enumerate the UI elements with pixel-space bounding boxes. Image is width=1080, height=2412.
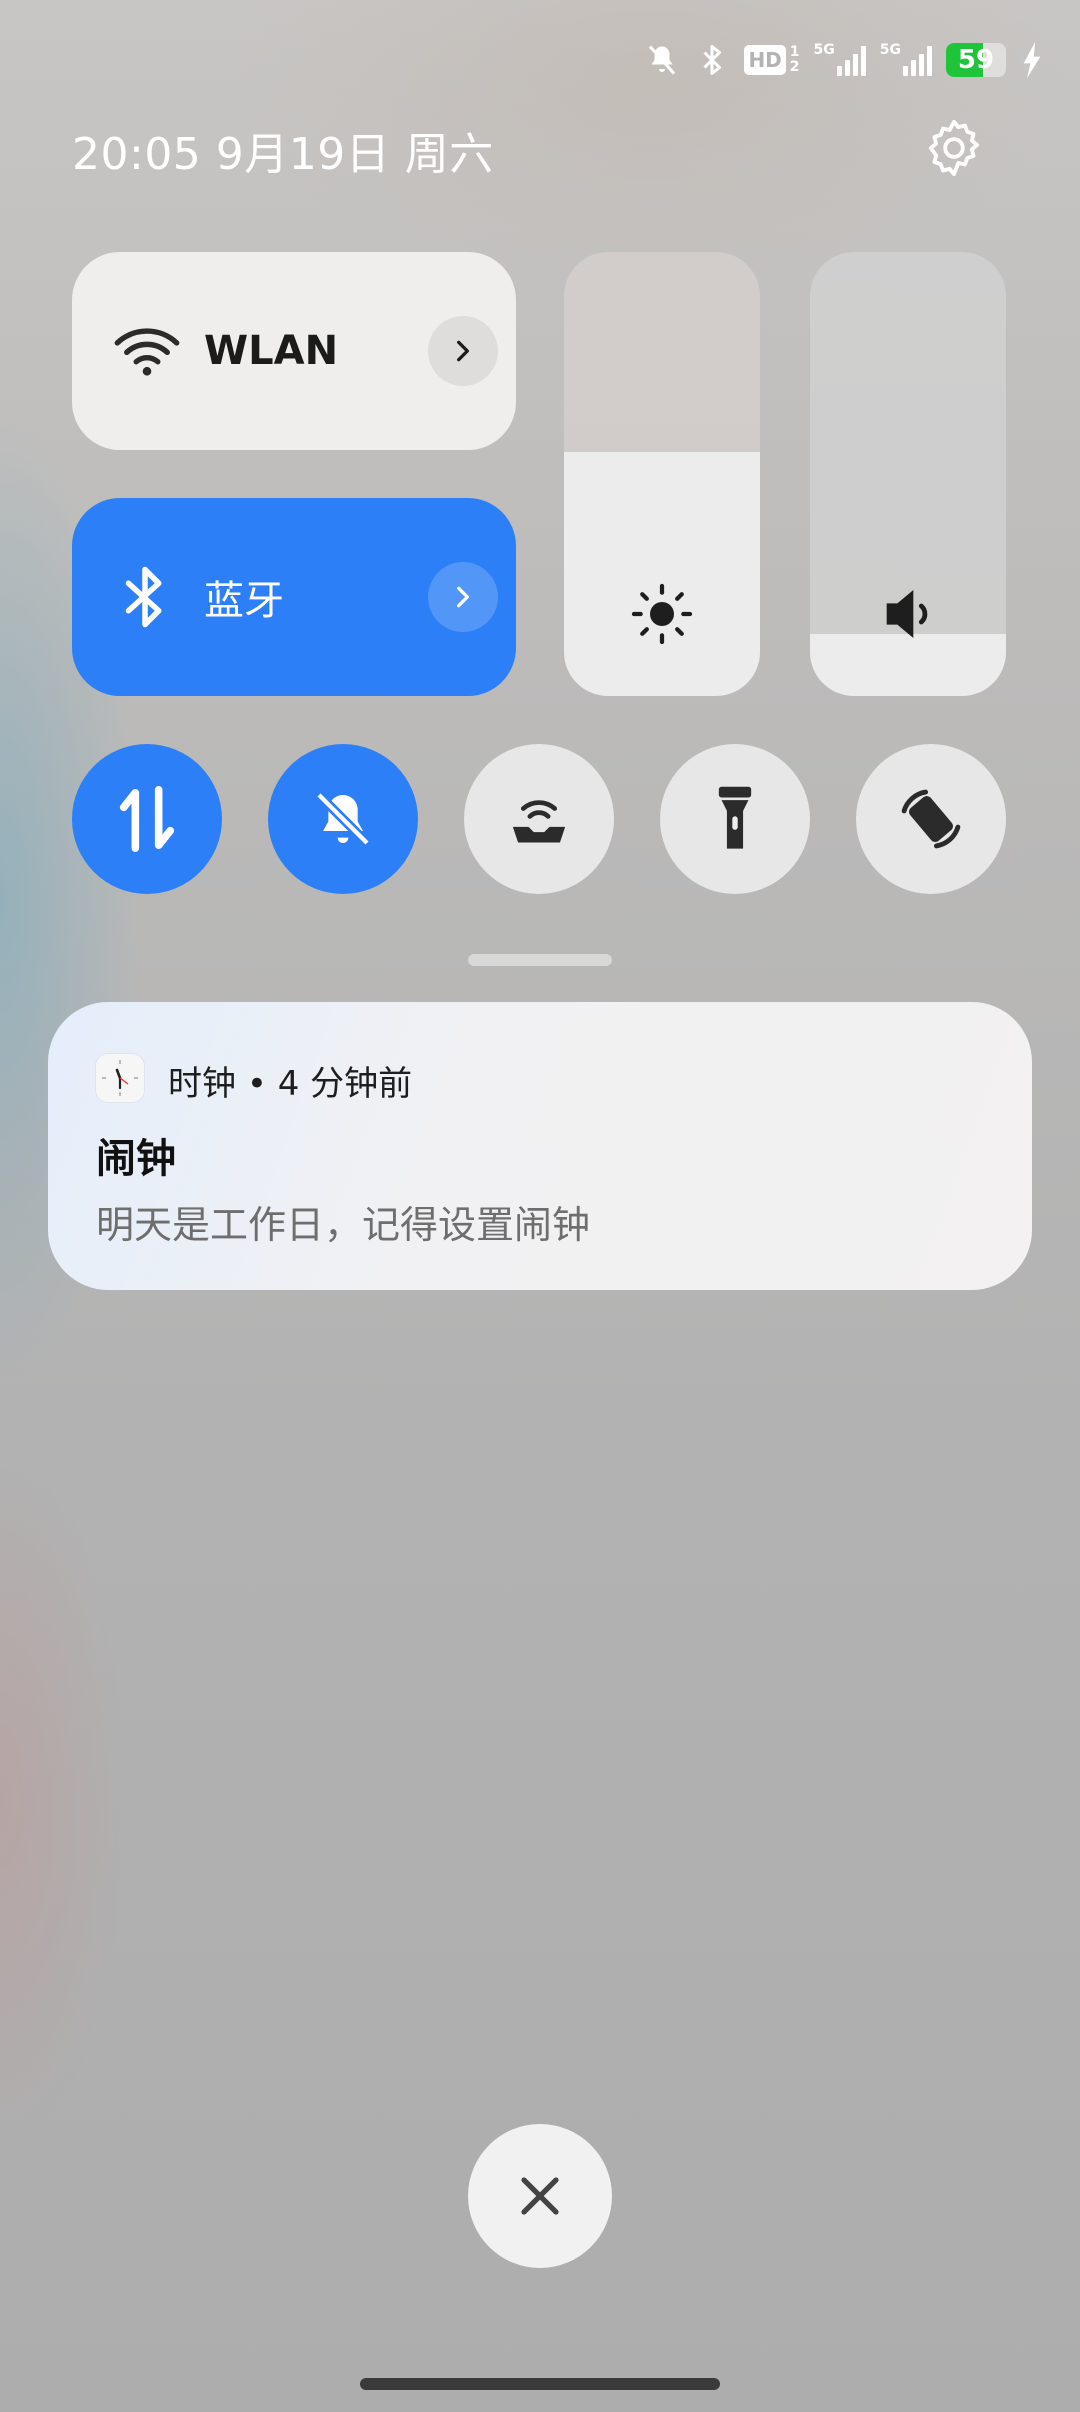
notification-body: 明天是工作日，记得设置闹钟: [96, 1203, 591, 1247]
notification-separator: •: [246, 1064, 267, 1104]
clock-app-icon: [96, 1054, 144, 1102]
bluetooth-icon: [125, 566, 162, 628]
flashlight-toggle[interactable]: [660, 744, 810, 894]
network-type-label: 5G: [813, 42, 835, 58]
signal-5g-icon: 5G: [879, 42, 932, 76]
chevron-right-icon: [457, 586, 469, 608]
sim-2-label: 2: [789, 59, 800, 75]
volume-icon: [886, 590, 928, 638]
wlan-label: WLAN: [204, 328, 339, 374]
network-type-label: 5G: [879, 42, 901, 58]
wlan-tile[interactable]: WLAN: [72, 252, 516, 450]
notification-app-name: 时钟: [168, 1064, 236, 1104]
hd-label: HD: [744, 45, 786, 75]
close-icon: [521, 2177, 559, 2215]
charging-icon: [1023, 41, 1041, 79]
volume-slider[interactable]: [810, 252, 1006, 696]
battery-icon: 59: [946, 43, 1006, 77]
mobile-data-icon: [119, 786, 175, 852]
wlan-expand-button[interactable]: [428, 316, 498, 386]
bluetooth-icon: [703, 45, 722, 75]
mute-icon: [649, 45, 676, 75]
bluetooth-expand-button[interactable]: [428, 562, 498, 632]
home-indicator[interactable]: [360, 2378, 720, 2390]
clock-notification[interactable]: 时钟 • 4 分钟前 闹钟 明天是工作日，记得设置闹钟: [48, 1002, 1032, 1290]
silent-mode-toggle[interactable]: [268, 744, 418, 894]
gear-icon: [928, 119, 980, 177]
status-bar: HD 1 2 5G 5G 59: [644, 32, 1044, 88]
mobile-data-toggle[interactable]: [72, 744, 222, 894]
notification-title: 闹钟: [96, 1136, 176, 1182]
sun-icon: [631, 583, 693, 645]
chevron-right-icon: [457, 340, 469, 362]
hotspot-toggle[interactable]: [464, 744, 614, 894]
notification-header: 时钟 • 4 分钟前: [168, 1056, 412, 1105]
hd-icon: HD 1 2: [744, 44, 800, 75]
bell-off-icon: [315, 791, 371, 847]
sim-1-label: 1: [789, 44, 800, 60]
settings-button[interactable]: [918, 112, 990, 184]
signal-5g-icon: 5G: [813, 42, 866, 76]
panel-drag-handle[interactable]: [468, 954, 612, 966]
flashlight-icon: [718, 786, 752, 849]
date-time: 20:05 9月19日 周六: [72, 129, 494, 180]
brightness-level: [564, 451, 760, 696]
bluetooth-tile[interactable]: 蓝牙: [72, 498, 516, 696]
battery-percent: 59: [957, 45, 995, 75]
wifi-icon: [114, 328, 180, 376]
auto-rotate-toggle[interactable]: [856, 744, 1006, 894]
hotspot-icon: [512, 800, 566, 843]
rotate-icon: [901, 789, 961, 849]
brightness-slider[interactable]: [564, 252, 760, 696]
bluetooth-label: 蓝牙: [204, 578, 284, 624]
notification-time: 4 分钟前: [277, 1064, 413, 1104]
clear-notifications-button[interactable]: [468, 2124, 612, 2268]
